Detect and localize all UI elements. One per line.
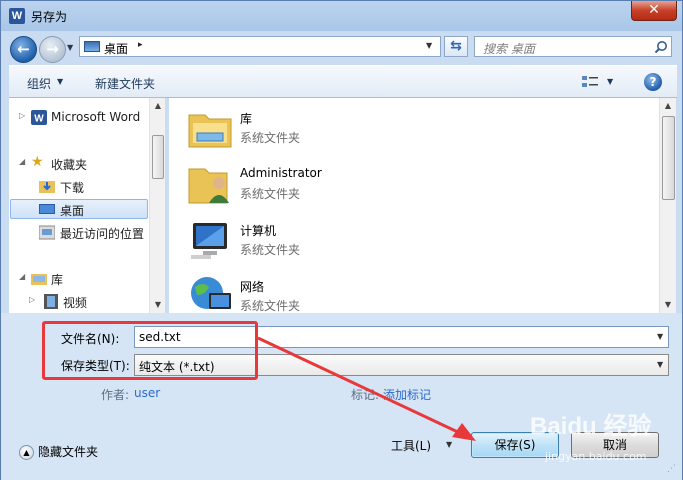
tools-dropdown-icon[interactable]: ▼ — [446, 440, 452, 449]
file-name: Administrator — [240, 166, 322, 180]
nav-item-label: 桌面 — [60, 204, 85, 218]
file-item-computer[interactable]: 计算机 系统文件夹 — [187, 216, 487, 268]
svg-text:W: W — [34, 114, 44, 125]
tools-menu-button[interactable]: 工具(L) — [391, 437, 431, 454]
chevron-down-icon[interactable]: ▼ — [57, 77, 63, 86]
title-bar: W 另存为 ✕ — [1, 1, 682, 31]
recent-locations-dropdown[interactable]: ▼ — [67, 43, 73, 52]
scroll-up-icon[interactable]: ▲ — [150, 98, 166, 114]
nav-item-label: 库 — [51, 273, 64, 287]
refresh-icon: ⇆ — [450, 38, 462, 54]
nav-item-microsoft-word[interactable]: ▷ W Microsoft Word — [19, 108, 155, 128]
search-placeholder: 搜索 桌面 — [483, 42, 535, 56]
user-folder-icon — [188, 168, 229, 204]
address-location[interactable]: 桌面 — [104, 40, 128, 57]
desktop-icon — [84, 41, 100, 52]
file-list-scrollbar[interactable]: ▲ ▼ — [659, 98, 676, 313]
computer-icon — [191, 223, 227, 259]
baidu-watermark-url: jingyan.baidu.com — [545, 450, 647, 463]
file-type: 系统文件夹 — [240, 187, 301, 201]
author-label: 作者: — [101, 388, 130, 402]
expand-arrow-icon[interactable]: ▷ — [19, 111, 25, 120]
organize-menu-button[interactable]: 组织 — [27, 75, 51, 92]
file-name: 库 — [240, 112, 253, 126]
search-icon[interactable] — [654, 40, 668, 54]
filename-dropdown-icon[interactable]: ▼ — [657, 332, 663, 341]
command-toolbar: 组织 ▼ 新建文件夹 ▼ ? — [9, 65, 677, 98]
file-item-library[interactable]: 库 系统文件夹 — [187, 104, 487, 156]
nav-item-favorites[interactable]: ◢ ★ 收藏夹 — [19, 154, 155, 174]
scroll-down-icon[interactable]: ▼ — [660, 297, 676, 313]
scrollbar-thumb[interactable] — [152, 135, 164, 179]
scrollbar-thumb[interactable] — [662, 116, 675, 200]
help-button[interactable]: ? — [644, 73, 662, 91]
nav-item-library[interactable]: ◢ 库 — [19, 269, 155, 289]
nav-item-videos[interactable]: ▷ 视频 — [19, 292, 155, 312]
view-options-icon[interactable] — [581, 74, 599, 90]
refresh-button[interactable]: ⇆ — [444, 36, 468, 57]
arrow-left-icon: ← — [17, 40, 30, 58]
library-folder-icon — [188, 114, 232, 148]
nav-item-label: 视频 — [63, 296, 88, 310]
nav-item-label: 下载 — [60, 181, 85, 195]
hide-folders-button[interactable]: ▲ 隐藏文件夹 — [19, 443, 98, 460]
download-folder-icon — [39, 181, 55, 193]
resize-grip-icon[interactable]: ⋰ — [667, 464, 676, 474]
filetype-dropdown-icon[interactable]: ▼ — [657, 360, 663, 369]
file-name: 网络 — [240, 280, 265, 294]
tags-label: 标记: — [351, 388, 380, 402]
scroll-down-icon[interactable]: ▼ — [150, 297, 166, 313]
breadcrumb-chevron-icon[interactable]: ▸ — [138, 40, 143, 50]
back-button[interactable]: ← — [10, 36, 37, 63]
search-input[interactable]: 搜索 桌面 — [474, 36, 672, 57]
navigation-scrollbar[interactable]: ▲ ▼ — [149, 98, 165, 313]
collapse-arrow-icon[interactable]: ◢ — [19, 157, 25, 166]
close-button[interactable]: ✕ — [631, 1, 677, 21]
file-name: 计算机 — [240, 224, 277, 238]
address-bar[interactable]: 桌面 ▸ ▼ — [79, 36, 441, 57]
collapse-arrow-icon[interactable]: ◢ — [19, 272, 25, 281]
arrow-right-icon: → — [46, 40, 59, 58]
author-value[interactable]: user — [134, 386, 160, 400]
annotation-highlight-box — [42, 321, 258, 380]
nav-item-label: 最近访问的位置 — [60, 227, 145, 241]
file-type: 系统文件夹 — [240, 299, 301, 313]
address-dropdown-icon[interactable]: ▼ — [426, 41, 432, 50]
network-icon — [191, 277, 231, 309]
nav-item-downloads[interactable]: 下载 — [19, 177, 155, 197]
word-app-icon: W — [9, 8, 25, 24]
new-folder-button[interactable]: 新建文件夹 — [95, 75, 155, 92]
star-icon: ★ — [31, 154, 44, 170]
word-icon: W — [31, 110, 47, 125]
add-tags-link[interactable]: 添加标记 — [383, 386, 431, 403]
nav-item-desktop[interactable]: 桌面 — [10, 199, 148, 219]
scroll-up-icon[interactable]: ▲ — [660, 98, 676, 114]
recent-places-icon — [39, 225, 55, 240]
desktop-icon — [39, 204, 55, 214]
library-icon — [31, 274, 47, 285]
file-item-administrator[interactable]: Administrator 系统文件夹 — [187, 160, 487, 212]
expand-arrow-icon[interactable]: ▷ — [29, 295, 35, 304]
window-title: 另存为 — [31, 10, 68, 24]
navigation-pane: ▷ W Microsoft Word ◢ ★ 收藏夹 下载 桌面 最近访问的位置… — [9, 98, 165, 313]
nav-item-label: Microsoft Word — [51, 110, 141, 124]
nav-item-label: 收藏夹 — [51, 158, 88, 172]
baidu-watermark: Baidu 经验 — [530, 413, 652, 440]
chevron-up-icon: ▲ — [19, 445, 34, 460]
file-list: 库 系统文件夹 Administrator 系统文件夹 计算机 系统文件夹 网络… — [169, 98, 659, 313]
file-type: 系统文件夹 — [240, 131, 301, 145]
forward-button[interactable]: → — [39, 36, 66, 63]
file-type: 系统文件夹 — [240, 243, 301, 257]
view-dropdown-icon[interactable]: ▼ — [607, 77, 613, 86]
nav-item-recent-places[interactable]: 最近访问的位置 — [19, 223, 155, 243]
video-icon — [44, 294, 58, 309]
hide-folders-label: 隐藏文件夹 — [38, 445, 99, 459]
